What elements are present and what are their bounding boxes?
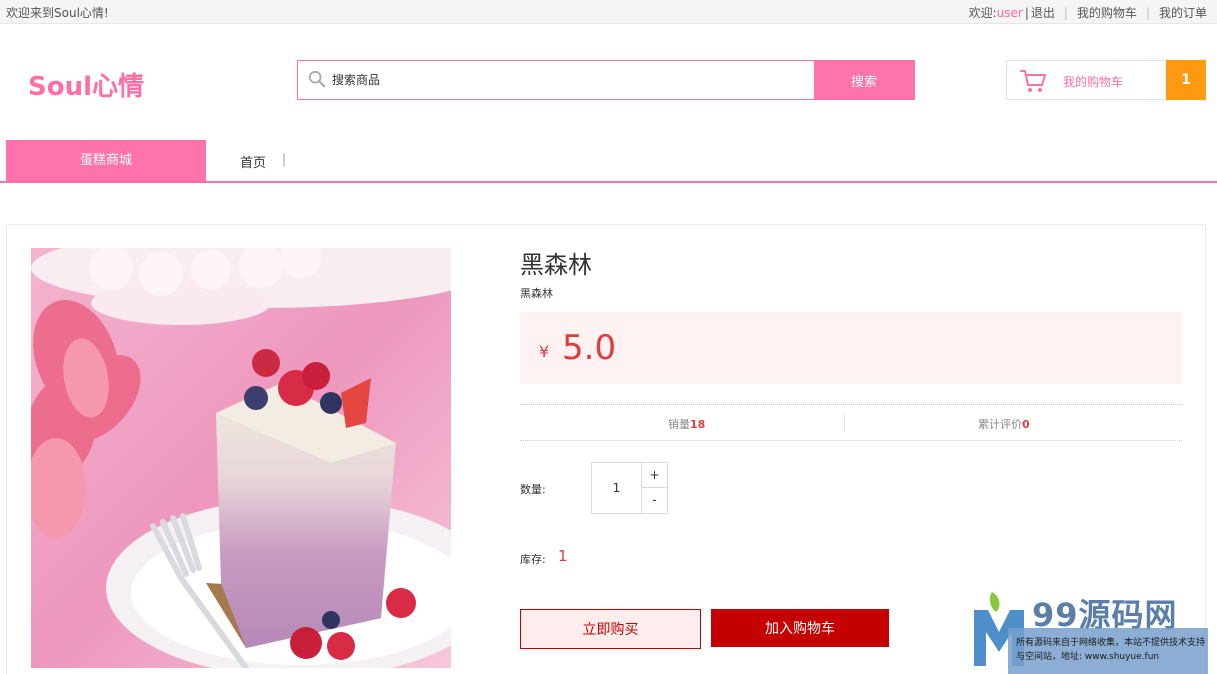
stock-value: 1	[558, 547, 568, 565]
greeting-label: 欢迎:	[968, 6, 997, 20]
username-link[interactable]: user	[997, 6, 1023, 20]
stock-label: 库存:	[520, 553, 546, 566]
my-cart-link[interactable]: 我的购物车	[1077, 4, 1137, 21]
watermark: 99源码网 所有源码来自于网络收集，本站不提供技术支持与空间站，地址: www.…	[970, 588, 1210, 674]
main-nav: 蛋糕商城 首页 |	[0, 140, 1217, 183]
welcome-text: 欢迎来到Soul心情!	[6, 6, 109, 20]
cart-count-badge: 1	[1166, 60, 1206, 100]
cake-photo-illustration	[31, 248, 451, 668]
sales-value: 18	[690, 418, 706, 431]
nav-home-link[interactable]: 首页	[240, 152, 266, 171]
price-box: ¥ 5.0	[520, 312, 1182, 384]
search-input[interactable]	[332, 61, 812, 99]
sales-stat: 销量18	[668, 416, 705, 432]
quantity-label: 数量:	[520, 483, 546, 496]
quantity-stepper: + -	[591, 462, 668, 514]
reviews-value: 0	[1022, 418, 1030, 431]
header-cart-label: 我的购物车	[1063, 75, 1124, 89]
top-divider: |	[1063, 6, 1068, 20]
nav-divider: |	[282, 152, 287, 166]
buy-now-button[interactable]: 立即购买	[520, 609, 701, 649]
reviews-label: 累计评价	[978, 418, 1022, 431]
logout-link[interactable]: 退出	[1031, 4, 1055, 21]
quantity-increase-button[interactable]: +	[641, 463, 667, 488]
product-image	[31, 248, 451, 668]
site-logo[interactable]: Soul心情	[28, 66, 144, 103]
quantity-input[interactable]	[592, 463, 641, 513]
currency-symbol: ¥	[539, 342, 550, 361]
search-bar: 搜索	[297, 60, 915, 100]
header-cart[interactable]: 我的购物车 1	[1006, 60, 1206, 100]
top-links: 欢迎:user | 退出 | 我的购物车 | 我的订单	[969, 4, 1207, 21]
stats-divider	[844, 414, 845, 432]
my-orders-link[interactable]: 我的订单	[1159, 4, 1207, 21]
user-divider: |	[1024, 6, 1029, 20]
product-price: 5.0	[562, 328, 617, 368]
shopping-cart-icon	[1020, 70, 1046, 92]
search-button[interactable]: 搜索	[814, 61, 914, 99]
add-to-cart-button[interactable]: 加入购物车	[711, 609, 889, 647]
watermark-text: 所有源码来自于网络收集，本站不提供技术支持与空间站，地址: www.shuyue…	[1016, 638, 1206, 662]
top-bar: 欢迎来到Soul心情! 欢迎:user | 退出 | 我的购物车 | 我的订单	[0, 0, 1217, 24]
sales-label: 销量	[668, 418, 690, 431]
product-stats: 销量18 累计评价0	[520, 404, 1182, 441]
product-subtitle: 黑森林	[520, 287, 553, 300]
reviews-stat: 累计评价0	[978, 416, 1030, 432]
quantity-decrease-button[interactable]: -	[641, 488, 667, 513]
search-icon	[308, 70, 326, 88]
nav-category-cake-shop[interactable]: 蛋糕商城	[6, 140, 206, 181]
product-title: 黑森林	[520, 251, 592, 279]
top-divider: |	[1145, 6, 1150, 20]
